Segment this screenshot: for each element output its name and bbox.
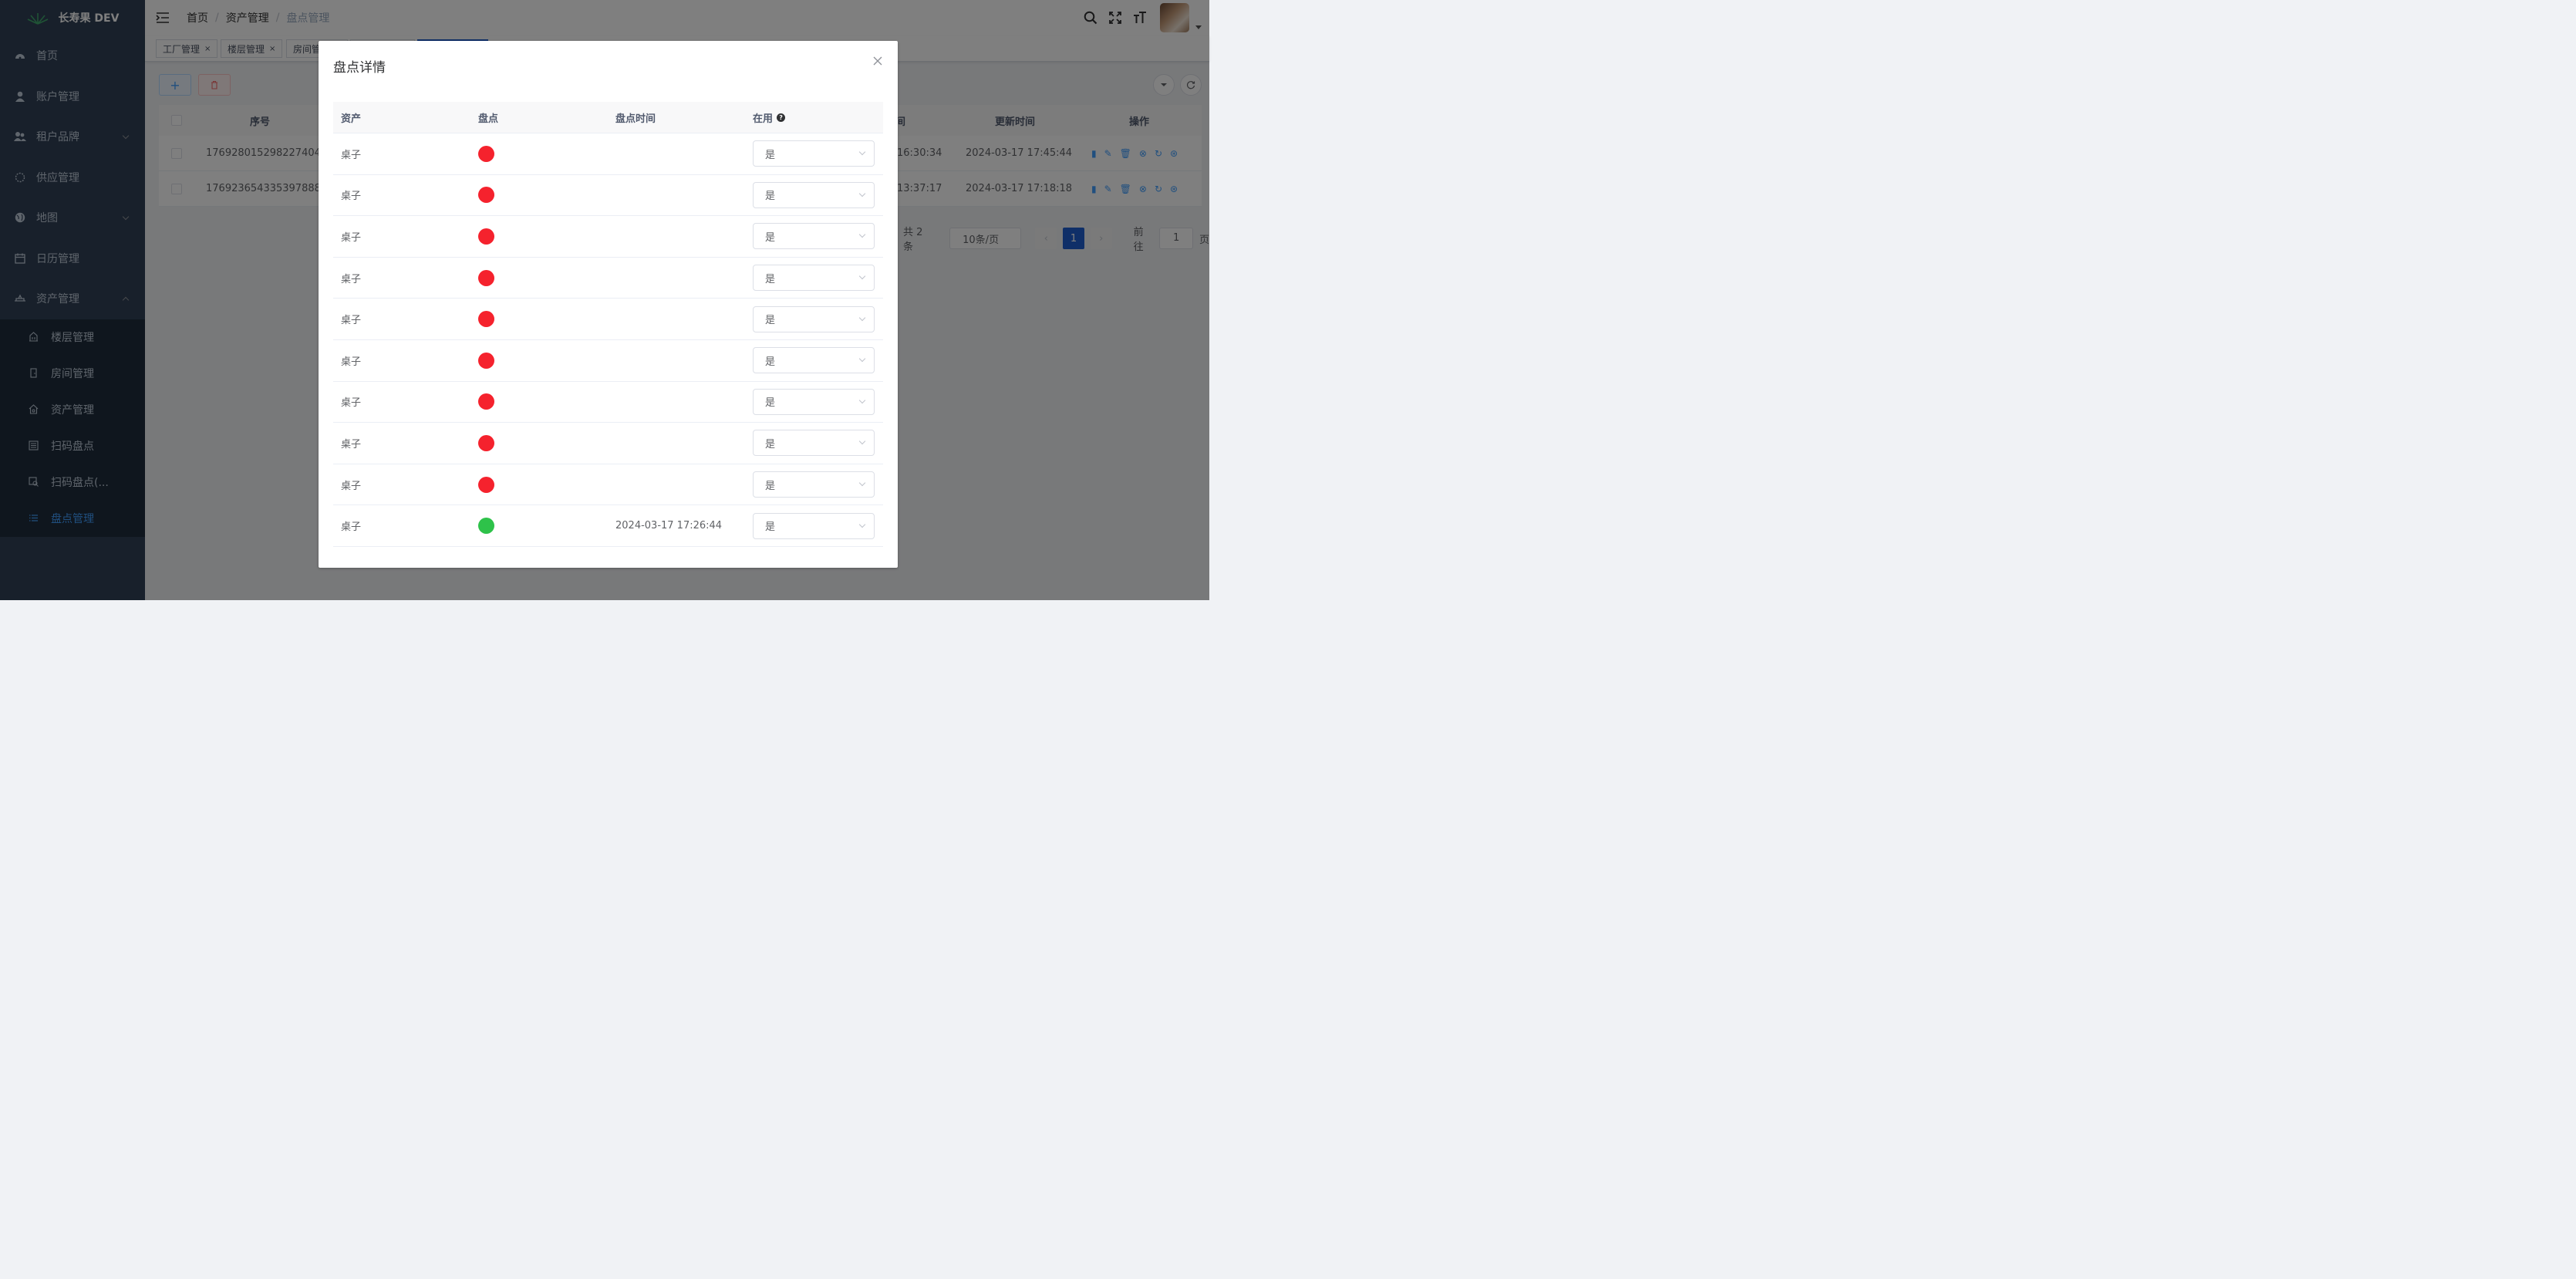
- cell-check: [470, 143, 608, 165]
- cell-check: [470, 349, 608, 372]
- table-row: 桌子 是: [333, 216, 883, 258]
- chevron-down-icon: [858, 231, 866, 238]
- in-use-select-value: 是: [765, 356, 776, 368]
- cell-check: [470, 308, 608, 330]
- table-row: 桌子 是: [333, 423, 883, 464]
- in-use-select[interactable]: 是: [753, 140, 875, 167]
- question-circle-icon[interactable]: ?: [777, 113, 786, 122]
- inventory-detail-dialog: 盘点详情 资产 盘点 盘点时间 在用 ? 桌子是桌子是桌子是桌子是桌子是桌子是桌…: [319, 41, 898, 568]
- chevron-down-icon: [858, 190, 866, 197]
- cell-asset: 桌子: [341, 149, 362, 161]
- cell-asset: 桌子: [341, 231, 362, 244]
- column-header-asset: 资产: [341, 113, 362, 125]
- in-use-select-value: 是: [765, 438, 776, 451]
- cell-check: [470, 267, 608, 289]
- column-header-check-time: 盘点时间: [615, 113, 656, 125]
- in-use-select-value: 是: [765, 521, 776, 534]
- table-row: 桌子 是: [333, 464, 883, 506]
- chevron-down-icon: [858, 438, 866, 445]
- in-use-select[interactable]: 是: [753, 305, 875, 332]
- column-header-check: 盘点: [478, 113, 499, 125]
- in-use-select-value: 是: [765, 191, 776, 203]
- cell-check: [470, 432, 608, 454]
- cell-in-use: 是: [745, 347, 883, 374]
- column-header-in-use-label: 在用: [753, 113, 774, 125]
- status-dot-red: [478, 476, 494, 493]
- cell-check: [470, 474, 608, 496]
- in-use-select-value: 是: [765, 480, 776, 492]
- in-use-select[interactable]: 是: [753, 181, 875, 208]
- cell-asset: 桌子: [341, 356, 362, 368]
- detail-table: 资产 盘点 盘点时间 在用 ? 桌子是桌子是桌子是桌子是桌子是桌子是桌子是桌子是…: [333, 102, 883, 547]
- in-use-select[interactable]: 是: [753, 471, 875, 498]
- chevron-down-icon: [858, 397, 866, 404]
- in-use-select[interactable]: 是: [753, 265, 875, 292]
- in-use-select-value: 是: [765, 315, 776, 327]
- chevron-down-icon: [858, 479, 866, 487]
- cell-check: [470, 515, 608, 537]
- in-use-select-value: 是: [765, 231, 776, 244]
- status-dot-red: [478, 393, 494, 410]
- cell-asset: 桌子: [341, 273, 362, 285]
- status-dot-red: [478, 187, 494, 204]
- chevron-down-icon: [858, 149, 866, 156]
- cell-asset: 桌子: [341, 397, 362, 410]
- detail-rows: 桌子是桌子是桌子是桌子是桌子是桌子是桌子是桌子是桌子是桌子 2024-03-17 …: [333, 133, 883, 547]
- table-row: 桌子 是: [333, 382, 883, 424]
- cell-in-use: 是: [745, 430, 883, 457]
- table-row: 桌子 是: [333, 175, 883, 217]
- cell-asset: 桌子: [341, 480, 362, 492]
- table-row: 桌子 是: [333, 133, 883, 175]
- cell-in-use: 是: [745, 223, 883, 250]
- cell-in-use: 是: [745, 305, 883, 332]
- table-row: 桌子 是: [333, 258, 883, 299]
- chevron-down-icon: [858, 521, 866, 528]
- cell-asset: 桌子: [341, 521, 362, 534]
- chevron-down-icon: [858, 314, 866, 321]
- cell-asset: 桌子: [341, 438, 362, 451]
- cell-check: [470, 184, 608, 206]
- cell-check: [470, 225, 608, 248]
- cell-in-use: 是: [745, 140, 883, 167]
- in-use-select-value: 是: [765, 273, 776, 285]
- in-use-select-value: 是: [765, 397, 776, 410]
- cell-asset: 桌子: [341, 191, 362, 203]
- detail-table-header: 资产 盘点 盘点时间 在用 ?: [333, 102, 883, 133]
- table-row: 桌子 是: [333, 340, 883, 382]
- cell-in-use: 是: [745, 471, 883, 498]
- cell-check: [470, 390, 608, 413]
- dialog-title: 盘点详情: [333, 60, 386, 76]
- status-dot-red: [478, 145, 494, 162]
- in-use-select[interactable]: 是: [753, 223, 875, 250]
- table-row: 桌子 2024-03-17 17:26:44 是: [333, 505, 883, 547]
- status-dot-green: [478, 518, 494, 535]
- chevron-down-icon: [858, 272, 866, 280]
- status-dot-red: [478, 352, 494, 369]
- cell-in-use: 是: [745, 388, 883, 415]
- in-use-select[interactable]: 是: [753, 512, 875, 539]
- status-dot-red: [478, 434, 494, 451]
- close-icon[interactable]: [872, 55, 884, 67]
- column-header-in-use: 在用 ?: [745, 110, 883, 125]
- cell-check-time: 2024-03-17 17:26:44: [615, 520, 723, 532]
- cell-in-use: 是: [745, 265, 883, 292]
- cell-in-use: 是: [745, 512, 883, 539]
- cell-in-use: 是: [745, 181, 883, 208]
- table-row: 桌子 是: [333, 299, 883, 340]
- cell-asset: 桌子: [341, 315, 362, 327]
- status-dot-red: [478, 269, 494, 286]
- in-use-select[interactable]: 是: [753, 388, 875, 415]
- in-use-select-value: 是: [765, 149, 776, 161]
- chevron-down-icon: [858, 356, 866, 363]
- status-dot-red: [478, 228, 494, 245]
- in-use-select[interactable]: 是: [753, 347, 875, 374]
- in-use-select[interactable]: 是: [753, 430, 875, 457]
- status-dot-red: [478, 311, 494, 328]
